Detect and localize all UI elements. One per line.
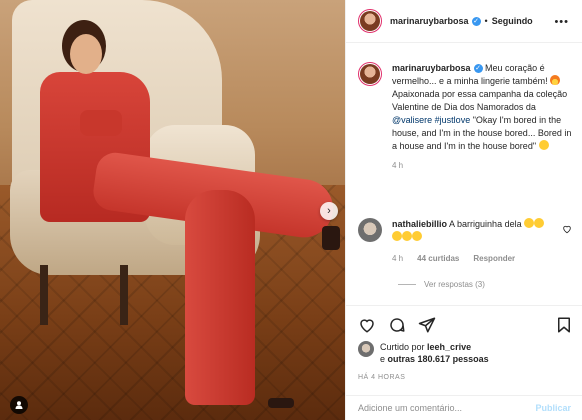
- author-avatar[interactable]: [358, 9, 382, 33]
- chevron-right-icon: ›: [327, 205, 331, 217]
- caption-body: marinaruybarbosa ✓ Meu coração é vermelho…: [392, 62, 572, 170]
- author-username[interactable]: marinaruybarbosa: [390, 16, 469, 26]
- caption-timestamp[interactable]: 4 h: [392, 161, 572, 170]
- emoji-icon: [534, 218, 545, 228]
- replies-divider: [398, 284, 416, 285]
- liked-others-link[interactable]: outras 180.617 pessoas: [388, 354, 489, 364]
- tagged-users-button[interactable]: [10, 396, 28, 414]
- post-header: marinaruybarbosa ✓ • Seguindo •••: [346, 0, 582, 43]
- comment-text: nathaliebillio A barriguinha dela: [392, 218, 552, 244]
- like-comment-heart-icon[interactable]: [562, 224, 572, 234]
- add-comment-bar: Publicar: [346, 395, 582, 420]
- view-replies-button[interactable]: Ver respostas (3): [398, 280, 485, 289]
- photo-chair-leg: [40, 265, 48, 325]
- verified-badge-icon: ✓: [471, 16, 481, 26]
- comment-input[interactable]: [358, 403, 530, 413]
- post-timestamp[interactable]: HÁ 4 HORAS: [358, 374, 405, 381]
- emoji-icon: [524, 218, 535, 228]
- separator-dot: •: [484, 16, 488, 26]
- post-caption: marinaruybarbosa ✓ Meu coração é vermelho…: [358, 62, 576, 170]
- post-actions: Curtido por leeh_crive e outras 180.617 …: [346, 305, 582, 395]
- liked-conjunction: e: [380, 354, 386, 364]
- commenter-avatar[interactable]: [358, 218, 382, 242]
- photo-shoe: [322, 226, 340, 250]
- comment-meta: 4 h 44 curtidas Responder: [392, 254, 552, 263]
- more-dots-icon[interactable]: •••: [554, 16, 569, 28]
- share-paper-plane-icon[interactable]: [418, 316, 436, 334]
- mention-link[interactable]: @valisere: [392, 115, 432, 125]
- caption-text-part-2: Apaixonada por essa campanha da coleção …: [392, 89, 568, 112]
- photo-red-pants-leg: [185, 190, 255, 405]
- post-photo[interactable]: ›: [0, 0, 345, 420]
- liked-prefix: Curtido por: [380, 342, 425, 352]
- next-photo-button[interactable]: ›: [320, 202, 338, 220]
- emoji-icon: [402, 231, 412, 241]
- reply-button[interactable]: Responder: [473, 254, 515, 263]
- smile-emoji-icon: [538, 140, 549, 150]
- caption-username[interactable]: marinaruybarbosa: [392, 63, 471, 73]
- hashtag-link[interactable]: #justlove: [435, 115, 471, 125]
- verified-badge-icon: ✓: [473, 64, 483, 74]
- action-buttons: [358, 316, 436, 334]
- save-button[interactable]: [555, 316, 573, 336]
- comment-item: nathaliebillio A barriguinha dela 4 h 44…: [358, 218, 576, 263]
- liked-by-text: Curtido por leeh_crive e outras 180.617 …: [380, 341, 489, 365]
- post-sidebar: marinaruybarbosa ✓ • Seguindo ••• marina…: [345, 0, 582, 420]
- commenter-username[interactable]: nathaliebillio: [392, 219, 447, 229]
- caption-text: marinaruybarbosa ✓ Meu coração é vermelho…: [392, 62, 572, 153]
- comment-likes[interactable]: 44 curtidas: [417, 254, 459, 263]
- liker-username[interactable]: leeh_crive: [427, 342, 471, 352]
- user-icon: [15, 401, 23, 409]
- following-button[interactable]: Seguindo: [492, 16, 533, 26]
- caption-author-avatar[interactable]: [358, 62, 382, 86]
- photo-red-top: [80, 110, 122, 136]
- photo-chair-leg: [120, 265, 128, 325]
- comment-body: nathaliebillio A barriguinha dela 4 h 44…: [392, 218, 552, 263]
- photo-shoe: [268, 398, 294, 408]
- comment-bubble-icon[interactable]: [388, 316, 406, 334]
- emoji-icon: [392, 231, 402, 241]
- view-replies-label: Ver respostas (3): [424, 280, 485, 289]
- photo-face: [70, 34, 102, 74]
- liker-avatar[interactable]: [358, 341, 374, 357]
- bookmark-icon: [558, 317, 570, 333]
- fire-emoji-icon: [550, 75, 561, 85]
- liked-by: Curtido por leeh_crive e outras 180.617 …: [358, 341, 489, 365]
- like-heart-icon[interactable]: [358, 316, 376, 334]
- instagram-post: › marinaruybarbosa ✓ • Seguindo ••• mari…: [0, 0, 582, 420]
- publish-button[interactable]: Publicar: [535, 403, 571, 413]
- emoji-icon: [412, 231, 422, 241]
- comment-timestamp[interactable]: 4 h: [392, 254, 403, 263]
- comment-content: A barriguinha dela: [449, 219, 522, 229]
